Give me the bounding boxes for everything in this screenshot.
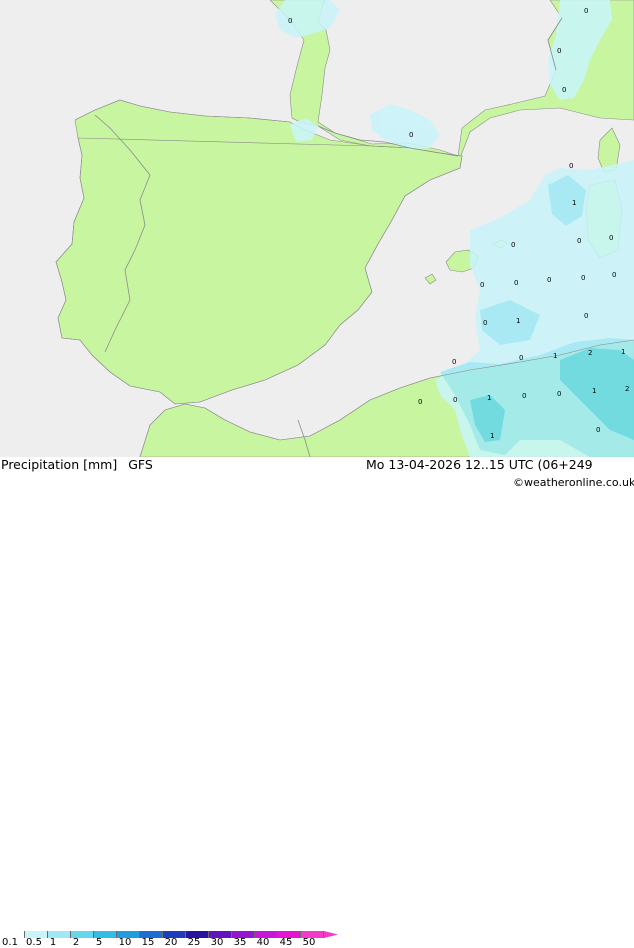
legend-swatch [301, 931, 324, 938]
legend-swatch [48, 931, 71, 938]
legend-arrow-icon [324, 931, 338, 938]
contour-label: 1 [490, 432, 494, 440]
legend-swatch [140, 931, 163, 938]
contour-label: 0 [596, 426, 600, 434]
contour-label: 1 [592, 387, 596, 395]
contour-label: 0 [609, 234, 613, 242]
legend-tick: 0.5 [26, 937, 42, 948]
contour-label: 0 [569, 162, 573, 170]
legend-swatch [163, 931, 186, 938]
legend-swatch [186, 931, 209, 938]
precipitation-legend-bar [3, 931, 338, 938]
contour-label: 0 [584, 7, 588, 15]
contour-label: 0 [453, 396, 457, 404]
legend-tick: 45 [279, 937, 293, 948]
legend-tick: 0.1 [2, 937, 18, 948]
contour-label: 1 [621, 348, 625, 356]
contour-label: 0 [452, 358, 456, 366]
contour-label: 1 [572, 199, 576, 207]
forecast-datetime: Mo 13-04-2026 12..15 UTC (06+249 [366, 457, 593, 472]
contour-label: 0 [514, 279, 518, 287]
legend-tick: 2 [72, 937, 80, 948]
legend-tick: 30 [210, 937, 224, 948]
map-footer: Precipitation [mm] GFS Mo 13-04-2026 12.… [0, 457, 634, 948]
contour-label: 1 [553, 352, 557, 360]
legend-swatch [209, 931, 232, 938]
credit-link[interactable]: ©weatheronline.co.uk [513, 477, 634, 488]
weather-map: 0 0 0 0 0 0 0 0 0 1 0 0 0 0 0 0 1 0 0 1 … [0, 0, 634, 457]
legend-tick: 1 [49, 937, 57, 948]
precipitation-label: Precipitation [mm] [1, 457, 118, 472]
contour-label: 0 [418, 398, 422, 406]
legend-swatch [71, 931, 94, 938]
legend-swatch [232, 931, 255, 938]
legend-tick: 35 [233, 937, 247, 948]
contour-label: 0 [483, 319, 487, 327]
contour-label: 0 [511, 241, 515, 249]
legend-tick: 20 [164, 937, 178, 948]
contour-label: 0 [519, 354, 523, 362]
legend-tick: 50 [302, 937, 316, 948]
legend-tick: 10 [118, 937, 132, 948]
precipitation-title: Precipitation [mm] GFS [1, 457, 153, 472]
contour-label: 0 [581, 274, 585, 282]
contour-label: 0 [577, 237, 581, 245]
contour-label: 1 [516, 317, 520, 325]
contour-label: 0 [547, 276, 551, 284]
legend-swatch [94, 931, 117, 938]
legend-swatch [117, 931, 140, 938]
model-label: GFS [128, 457, 153, 472]
legend-tick: 5 [95, 937, 103, 948]
contour-label: 0 [557, 390, 561, 398]
contour-label: 0 [522, 392, 526, 400]
contour-label: 0 [409, 131, 413, 139]
legend-swatch [25, 931, 48, 938]
contour-label: 0 [288, 17, 292, 25]
contour-label: 0 [480, 281, 484, 289]
legend-tick: 40 [256, 937, 270, 948]
contour-label: 0 [562, 86, 566, 94]
contour-label: 2 [625, 385, 629, 393]
legend-swatch [278, 931, 301, 938]
legend-swatch [255, 931, 278, 938]
contour-label: 0 [612, 271, 616, 279]
contour-label: 0 [584, 312, 588, 320]
contour-label: 0 [557, 47, 561, 55]
contour-label: 1 [487, 394, 491, 402]
legend-tick: 25 [187, 937, 201, 948]
legend-swatch [3, 931, 25, 938]
contour-label: 2 [588, 349, 592, 357]
legend-tick: 15 [141, 937, 155, 948]
legend-ticks: 0.1 0.5 1 2 5 10 15 20 25 30 35 40 45 50 [0, 938, 634, 948]
